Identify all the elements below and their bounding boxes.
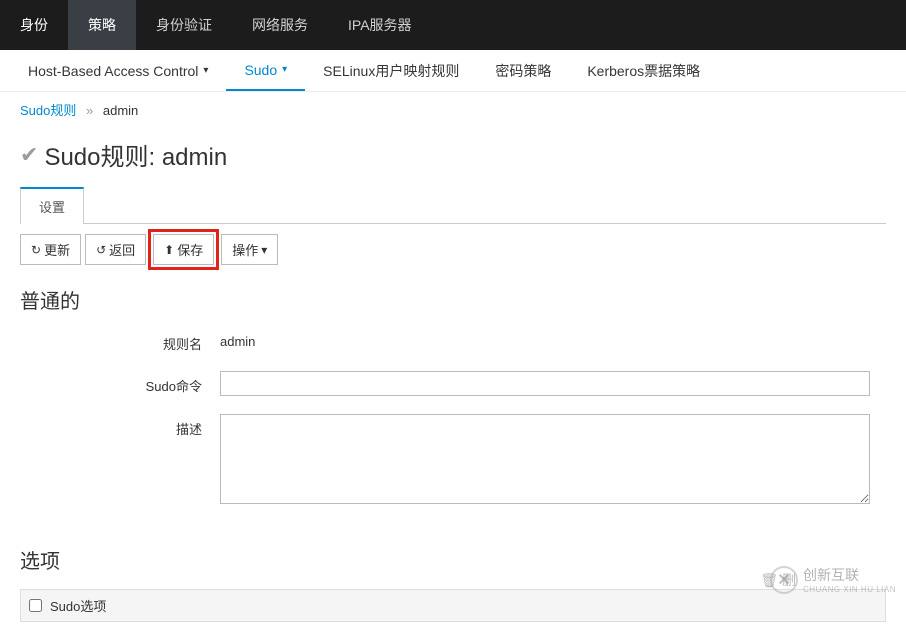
- chevron-down-icon: ▾: [203, 65, 208, 76]
- top-nav: 身份 策略 身份验证 网络服务 IPA服务器: [0, 0, 906, 50]
- subnav-selinux[interactable]: SELinux用户映射规则: [305, 50, 477, 91]
- breadcrumb-root[interactable]: Sudo规则: [20, 103, 76, 118]
- refresh-button[interactable]: ↻ 更新: [20, 234, 81, 265]
- page-title-prefix: Sudo规则:: [44, 144, 155, 171]
- watermark-sub: CHUANG XIN HU LIAN: [803, 585, 896, 594]
- chevron-down-icon: ▾: [261, 243, 267, 257]
- chevron-down-icon: ▾: [282, 64, 287, 75]
- subnav-sudo[interactable]: Sudo ▾: [226, 50, 305, 91]
- back-button[interactable]: ↺ 返回: [85, 234, 146, 265]
- description-label: 描述: [20, 414, 220, 507]
- page-title: Sudo规则: admin: [44, 137, 227, 172]
- field-description: 描述: [20, 414, 886, 507]
- nav-network-services[interactable]: 网络服务: [232, 0, 328, 50]
- refresh-icon: ↻: [31, 243, 41, 257]
- subnav-kerberos[interactable]: Kerberos票据策略: [569, 50, 718, 91]
- subnav-password-policy[interactable]: 密码策略: [477, 50, 569, 91]
- subnav-hbac-label: Host-Based Access Control: [28, 63, 198, 79]
- actions-label: 操作: [232, 240, 258, 259]
- section-options-heading: 选项: [20, 545, 886, 574]
- field-sudo-cmd: Sudo命令: [20, 371, 886, 396]
- sudo-cmd-label: Sudo命令: [20, 371, 220, 396]
- watermark: ✕ 创新互联 CHUANG XIN HU LIAN: [770, 565, 896, 594]
- nav-policy[interactable]: 策略: [68, 0, 136, 50]
- save-highlight: ⬆ 保存: [148, 229, 219, 270]
- watermark-brand: 创新互联: [803, 565, 896, 585]
- options-table-header: Sudo选项: [20, 589, 886, 622]
- check-icon: ✔: [20, 142, 38, 168]
- subnav-hbac[interactable]: Host-Based Access Control ▾: [10, 50, 226, 91]
- breadcrumb: Sudo规则 » admin: [0, 92, 906, 127]
- breadcrumb-current: admin: [103, 103, 138, 118]
- watermark-logo: ✕: [770, 566, 798, 594]
- save-button[interactable]: ⬆ 保存: [153, 234, 214, 265]
- actions-button[interactable]: 操作 ▾: [221, 234, 278, 265]
- rule-name-value: admin: [220, 329, 886, 353]
- page-title-row: ✔ Sudo规则: admin: [0, 127, 906, 187]
- nav-identity[interactable]: 身份: [0, 0, 68, 50]
- select-all-checkbox[interactable]: [29, 599, 42, 612]
- tab-bar: 设置: [20, 187, 886, 224]
- page-title-value: admin: [162, 144, 227, 171]
- save-label: 保存: [177, 240, 203, 259]
- nav-ipa-server[interactable]: IPA服务器: [328, 0, 432, 50]
- breadcrumb-separator: »: [86, 103, 93, 118]
- undo-icon: ↺: [96, 243, 106, 257]
- sub-nav: Host-Based Access Control ▾ Sudo ▾ SELin…: [0, 50, 906, 92]
- back-label: 返回: [109, 240, 135, 259]
- subnav-sudo-label: Sudo: [244, 62, 277, 78]
- refresh-label: 更新: [44, 240, 70, 259]
- tab-settings[interactable]: 设置: [20, 187, 84, 224]
- section-general: 普通的 规则名 admin Sudo命令 描述: [0, 275, 906, 535]
- rule-name-label: 规则名: [20, 329, 220, 353]
- section-general-heading: 普通的: [20, 285, 886, 314]
- toolbar: ↻ 更新 ↺ 返回 ⬆ 保存 操作 ▾: [0, 224, 906, 275]
- options-column-header: Sudo选项: [50, 596, 106, 615]
- description-input[interactable]: [220, 414, 870, 504]
- nav-authentication[interactable]: 身份验证: [136, 0, 232, 50]
- upload-icon: ⬆: [164, 243, 174, 257]
- field-rule-name: 规则名 admin: [20, 329, 886, 353]
- sudo-cmd-input[interactable]: [220, 371, 870, 396]
